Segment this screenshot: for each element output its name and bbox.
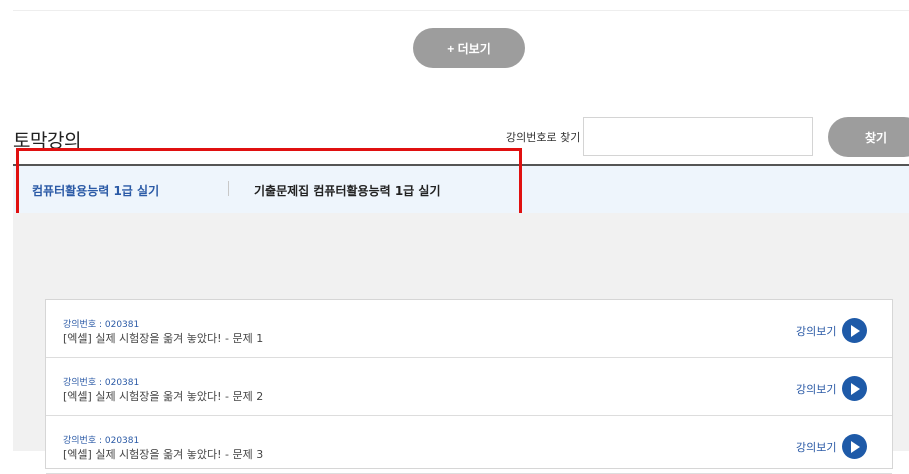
more-button[interactable]: + 더보기	[413, 28, 525, 68]
section-title: 토막강의	[13, 130, 81, 152]
lecture-row: 강의번호 : 020381 [엑셀] 실제 시험장을 옮겨 놓았다! - 문제 …	[46, 416, 892, 474]
play-icon[interactable]	[842, 434, 868, 459]
play-icon[interactable]	[842, 318, 868, 343]
lecture-title: [엑셀] 실제 시험장을 옮겨 놓았다! - 문제 2	[63, 390, 264, 403]
lecture-title: [엑셀] 실제 시험장을 옮겨 놓았다! - 문제 3	[63, 448, 264, 461]
lecture-title: [엑셀] 실제 시험장을 옮겨 놓았다! - 문제 1	[63, 332, 264, 345]
watch-lecture-button[interactable]: 강의보기	[796, 434, 868, 459]
tab-separator	[228, 181, 229, 196]
tab-computer-skills-level1-practical[interactable]: 컴퓨터활용능력 1급 실기	[32, 182, 159, 199]
lecture-number-search-input[interactable]	[583, 117, 813, 156]
lecture-row: 강의번호 : 020381 [엑셀] 실제 시험장을 옮겨 놓았다! - 문제 …	[46, 300, 892, 358]
tab-past-exams-computer-skills-level1-practical[interactable]: 기출문제집 컴퓨터활용능력 1급 실기	[254, 182, 440, 199]
search-button[interactable]: 찾기	[828, 117, 909, 157]
top-divider	[13, 10, 909, 11]
lecture-number: 강의번호 : 020381	[63, 436, 140, 446]
play-icon[interactable]	[842, 376, 868, 401]
watch-lecture-button[interactable]: 강의보기	[796, 376, 868, 401]
lecture-list: 강의번호 : 020381 [엑셀] 실제 시험장을 옮겨 놓았다! - 문제 …	[45, 299, 893, 474]
lecture-number: 강의번호 : 020381	[63, 320, 140, 330]
watch-lecture-button[interactable]: 강의보기	[796, 318, 868, 343]
lecture-number: 강의번호 : 020381	[63, 378, 140, 388]
watch-lecture-label: 강의보기	[796, 440, 837, 454]
watch-lecture-label: 강의보기	[796, 324, 837, 338]
watch-lecture-label: 강의보기	[796, 382, 837, 396]
search-label: 강의번호로 찾기	[506, 131, 581, 144]
lecture-row: 강의번호 : 020381 [엑셀] 실제 시험장을 옮겨 놓았다! - 문제 …	[46, 358, 892, 416]
